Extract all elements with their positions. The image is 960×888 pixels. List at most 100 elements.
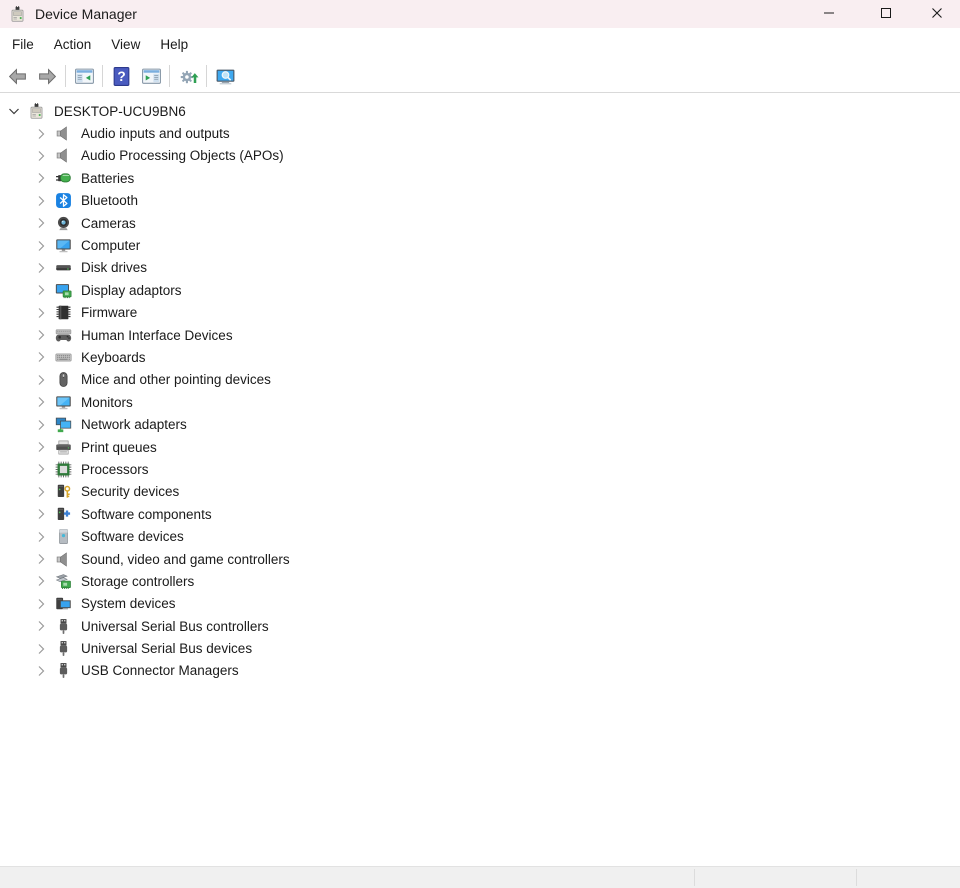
tree-item-human-interface-devices[interactable]: Human Interface Devices bbox=[0, 324, 960, 346]
tree-item-label: Human Interface Devices bbox=[81, 328, 233, 343]
status-bar-separator bbox=[694, 869, 695, 886]
tree-item-audio-processing-objects-apos[interactable]: Audio Processing Objects (APOs) bbox=[0, 145, 960, 167]
chevron-right-icon[interactable] bbox=[33, 238, 49, 254]
tree-item-processors[interactable]: Processors bbox=[0, 458, 960, 480]
window-title: Device Manager bbox=[35, 6, 137, 22]
scan-for-hardware-changes-button[interactable] bbox=[173, 63, 203, 90]
tree-item-label: Software components bbox=[81, 507, 212, 522]
chevron-right-icon[interactable] bbox=[33, 148, 49, 164]
tree-item-universal-serial-bus-controllers[interactable]: Universal Serial Bus controllers bbox=[0, 615, 960, 637]
menu-item-action[interactable]: Action bbox=[44, 32, 102, 57]
tree-item-network-adapters[interactable]: Network adapters bbox=[0, 413, 960, 435]
chevron-right-icon[interactable] bbox=[33, 551, 49, 567]
menu-item-help[interactable]: Help bbox=[150, 32, 198, 57]
tree-item-mice-and-other-pointing-devices[interactable]: Mice and other pointing devices bbox=[0, 369, 960, 391]
tree-item-audio-inputs-and-outputs[interactable]: Audio inputs and outputs bbox=[0, 122, 960, 144]
chevron-down-icon[interactable] bbox=[6, 103, 22, 119]
device-manager-computer-icon bbox=[27, 103, 45, 120]
chevron-right-icon[interactable] bbox=[33, 484, 49, 500]
tree-item-firmware[interactable]: Firmware bbox=[0, 302, 960, 324]
tree-item-storage-controllers[interactable]: Storage controllers bbox=[0, 570, 960, 592]
svg-text:?: ? bbox=[117, 69, 125, 84]
processor-icon bbox=[54, 461, 72, 478]
remote-computer-icon bbox=[215, 66, 236, 87]
tree-item-label: Storage controllers bbox=[81, 574, 194, 589]
chevron-right-icon[interactable] bbox=[33, 573, 49, 589]
battery-icon bbox=[54, 170, 72, 187]
tree-item-label: Sound, video and game controllers bbox=[81, 552, 290, 567]
tree-item-label: Keyboards bbox=[81, 350, 146, 365]
tree-item-disk-drives[interactable]: Disk drives bbox=[0, 257, 960, 279]
tree-item-label: Universal Serial Bus devices bbox=[81, 641, 252, 656]
chevron-right-icon[interactable] bbox=[33, 282, 49, 298]
chevron-right-icon[interactable] bbox=[33, 215, 49, 231]
chevron-right-icon[interactable] bbox=[33, 260, 49, 276]
console-tree-icon bbox=[74, 66, 95, 87]
toolbar: ? bbox=[0, 60, 960, 93]
tree-item-label: USB Connector Managers bbox=[81, 663, 239, 678]
tree-item-software-devices[interactable]: Software devices bbox=[0, 525, 960, 547]
show-action-pane-button[interactable] bbox=[136, 63, 166, 90]
tree-item-usb-connector-managers[interactable]: USB Connector Managers bbox=[0, 660, 960, 682]
tree-item-sound-video-and-game-controllers[interactable]: Sound, video and game controllers bbox=[0, 548, 960, 570]
tree-item-keyboards[interactable]: Keyboards bbox=[0, 346, 960, 368]
network-icon bbox=[54, 416, 72, 433]
window-controls bbox=[800, 0, 960, 28]
chevron-right-icon[interactable] bbox=[33, 394, 49, 410]
chevron-right-icon[interactable] bbox=[33, 439, 49, 455]
chevron-right-icon[interactable] bbox=[33, 618, 49, 634]
chevron-right-icon[interactable] bbox=[33, 170, 49, 186]
hid-icon bbox=[54, 327, 72, 344]
chevron-right-icon[interactable] bbox=[33, 349, 49, 365]
chevron-right-icon[interactable] bbox=[33, 663, 49, 679]
tree-item-universal-serial-bus-devices[interactable]: Universal Serial Bus devices bbox=[0, 637, 960, 659]
tree-item-cameras[interactable]: Cameras bbox=[0, 212, 960, 234]
help-button[interactable]: ? bbox=[106, 63, 136, 90]
scan-hardware-icon bbox=[178, 66, 199, 87]
chevron-right-icon[interactable] bbox=[33, 193, 49, 209]
chevron-right-icon[interactable] bbox=[33, 461, 49, 477]
chevron-right-icon[interactable] bbox=[33, 529, 49, 545]
chevron-right-icon[interactable] bbox=[33, 417, 49, 433]
tree-item-bluetooth[interactable]: Bluetooth bbox=[0, 190, 960, 212]
maximize-icon bbox=[880, 7, 892, 22]
tree-item-label: Audio inputs and outputs bbox=[81, 126, 230, 141]
device-tree[interactable]: DESKTOP-UCU9BN6 Audio inputs and outputs A… bbox=[0, 93, 960, 866]
chevron-right-icon[interactable] bbox=[33, 596, 49, 612]
close-button[interactable] bbox=[914, 0, 960, 28]
tree-item-security-devices[interactable]: Security devices bbox=[0, 481, 960, 503]
tree-item-batteries[interactable]: Batteries bbox=[0, 167, 960, 189]
minimize-button[interactable] bbox=[800, 0, 857, 28]
remote-computer-button[interactable] bbox=[210, 63, 240, 90]
tree-item-label: Security devices bbox=[81, 484, 179, 499]
tree-item-label: Batteries bbox=[81, 171, 134, 186]
back-button[interactable] bbox=[2, 63, 32, 90]
tree-item-desktop-ucu9bn6[interactable]: DESKTOP-UCU9BN6 bbox=[0, 100, 960, 122]
menu-item-file[interactable]: File bbox=[2, 32, 44, 57]
tree-item-computer[interactable]: Computer bbox=[0, 234, 960, 256]
keyboard-icon bbox=[54, 349, 72, 366]
display-adapter-icon bbox=[54, 282, 72, 299]
tree-item-monitors[interactable]: Monitors bbox=[0, 391, 960, 413]
chevron-right-icon[interactable] bbox=[33, 126, 49, 142]
maximize-button[interactable] bbox=[857, 0, 914, 28]
chevron-right-icon[interactable] bbox=[33, 372, 49, 388]
tree-item-display-adaptors[interactable]: Display adaptors bbox=[0, 279, 960, 301]
software-device-icon bbox=[54, 528, 72, 545]
menu-item-view[interactable]: View bbox=[101, 32, 150, 57]
tree-item-system-devices[interactable]: System devices bbox=[0, 593, 960, 615]
toolbar-separator bbox=[169, 65, 170, 87]
tree-item-print-queues[interactable]: Print queues bbox=[0, 436, 960, 458]
menu-bar: FileActionViewHelp bbox=[0, 28, 960, 60]
chevron-right-icon[interactable] bbox=[33, 327, 49, 343]
chevron-right-icon[interactable] bbox=[33, 506, 49, 522]
camera-icon bbox=[54, 215, 72, 232]
chevron-right-icon[interactable] bbox=[33, 305, 49, 321]
tree-item-software-components[interactable]: Software components bbox=[0, 503, 960, 525]
chevron-right-icon[interactable] bbox=[33, 641, 49, 657]
tree-item-label: Firmware bbox=[81, 305, 137, 320]
tree-item-label: Display adaptors bbox=[81, 283, 182, 298]
show-console-tree-button[interactable] bbox=[69, 63, 99, 90]
forward-button[interactable] bbox=[32, 63, 62, 90]
tree-item-label: Processors bbox=[81, 462, 149, 477]
